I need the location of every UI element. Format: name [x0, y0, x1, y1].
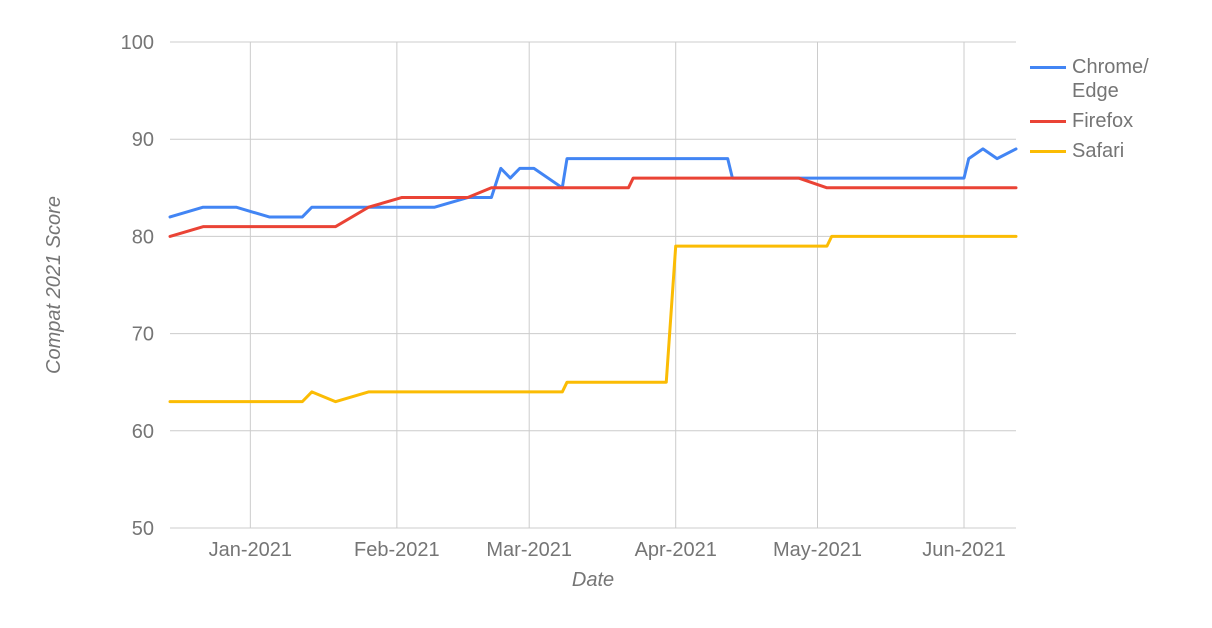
legend-swatch-icon — [1030, 120, 1066, 123]
legend-label: Firefox — [1072, 109, 1133, 133]
legend-item-safari: Safari — [1030, 139, 1149, 163]
legend-item-firefox: Firefox — [1030, 109, 1149, 133]
y-tick-label: 70 — [132, 324, 154, 346]
y-tick-label: 90 — [132, 129, 154, 151]
x-axis-label: Date — [572, 569, 614, 591]
y-tick-label: 80 — [132, 226, 154, 248]
legend: Chrome/ Edge Firefox Safari — [1030, 55, 1149, 169]
y-tick-label: 100 — [121, 32, 154, 54]
series-line — [170, 149, 1016, 217]
y-tick-label: 60 — [132, 421, 154, 443]
x-tick-label: Jun-2021 — [922, 539, 1005, 561]
x-tick-label: Jan-2021 — [209, 539, 292, 561]
x-tick-label: Apr-2021 — [635, 539, 717, 561]
y-axis-label: Compat 2021 Score — [43, 196, 65, 374]
legend-swatch-icon — [1030, 150, 1066, 153]
chart-container: { "chart_data": { "type": "line", "xlabe… — [0, 0, 1212, 628]
legend-label: Chrome/ Edge — [1072, 55, 1149, 103]
y-tick-label: 50 — [132, 518, 154, 540]
x-tick-label: Mar-2021 — [486, 539, 572, 561]
x-tick-label: Feb-2021 — [354, 539, 440, 561]
legend-item-chrome: Chrome/ Edge — [1030, 55, 1149, 103]
legend-swatch-icon — [1030, 66, 1066, 69]
series-line — [170, 236, 1016, 401]
x-tick-label: May-2021 — [773, 539, 862, 561]
legend-label: Safari — [1072, 139, 1124, 163]
series-line — [170, 178, 1016, 236]
